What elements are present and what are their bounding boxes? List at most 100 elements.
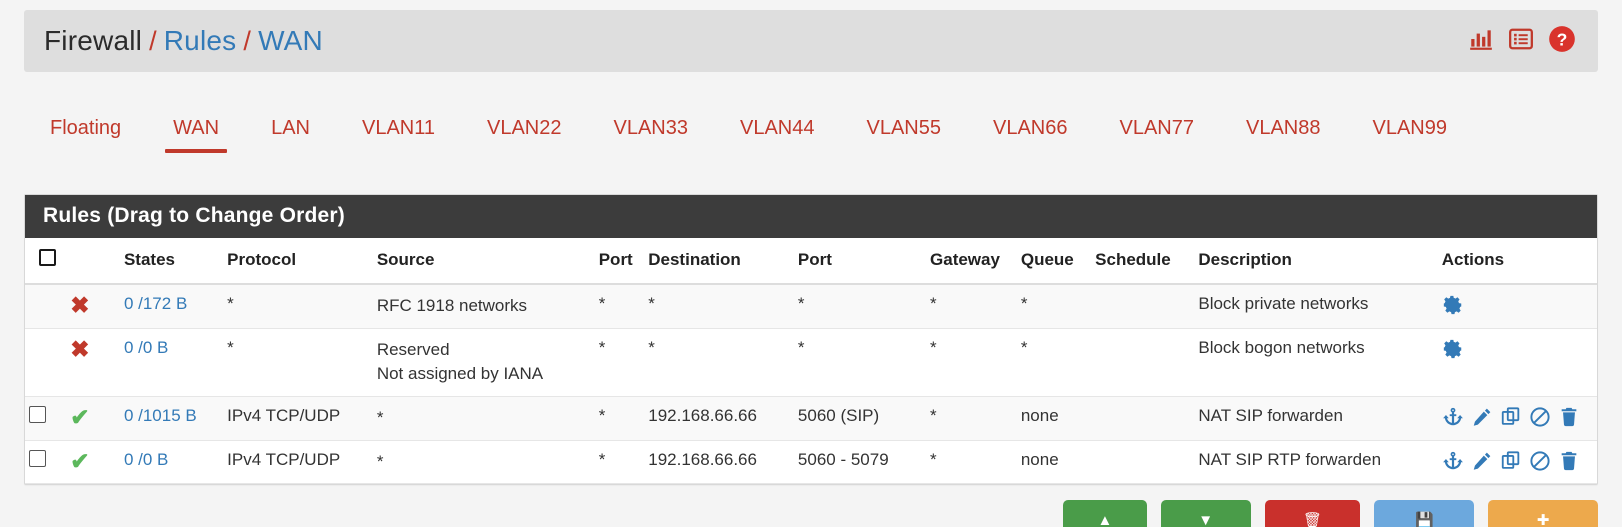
row-checkbox[interactable] [29,449,46,467]
column-description: Description [1194,238,1432,285]
copy-icon[interactable] [1500,450,1522,472]
states-cell: 0 /1015 B [119,396,224,441]
tab-vlan11[interactable]: VLAN11 [336,104,461,156]
source-port-cell: * [594,328,645,397]
tab-vlan33[interactable]: VLAN33 [588,104,715,156]
row-action-group [1442,406,1593,428]
status-glyph: ✔ [70,403,90,430]
tab-vlan22[interactable]: VLAN22 [461,104,588,156]
rules-table: States Protocol Source Port Destination … [25,238,1597,485]
save-button[interactable]: 💾 [1374,500,1475,527]
select-all-checkbox[interactable] [39,249,56,266]
states-counter-link[interactable]: 0 /0 B [124,450,168,469]
column-status [66,238,120,285]
dest-port-cell: * [793,284,927,329]
plus-icon: ✚ [1536,512,1550,527]
copy-icon[interactable] [1500,406,1522,428]
schedule-cell [1091,284,1195,329]
tab-label: LAN [271,117,310,139]
description-cell: NAT SIP forwarden [1194,396,1432,441]
states-counter-link[interactable]: 0 /0 B [124,338,168,357]
anchor-icon[interactable] [1442,450,1464,472]
breadcrumb: Firewall / Rules / WAN [44,25,323,57]
states-counter-link[interactable]: 0 /172 B [124,294,187,313]
trash-icon[interactable] [1558,450,1580,472]
states-counter-link[interactable]: 0 /1015 B [124,406,197,425]
chart-icon[interactable] [1468,26,1494,57]
status-glyph: ✖ [70,292,90,318]
pencil-icon[interactable] [1471,406,1493,428]
breadcrumb-link-rules[interactable]: Rules [164,25,237,57]
source-port-cell: * [594,440,645,485]
tab-label: VLAN88 [1246,117,1321,139]
column-states: States [119,238,224,285]
source-line-1: RFC 1918 networks [376,296,528,315]
status-pass-icon[interactable]: ✔ [66,396,120,441]
separator-button[interactable]: ✚ [1488,500,1598,527]
tab-lan[interactable]: LAN [245,104,336,156]
tab-vlan44[interactable]: VLAN44 [714,104,841,156]
tab-vlan55[interactable]: VLAN55 [841,104,968,156]
ban-icon[interactable] [1529,406,1551,428]
table-row[interactable]: ✔ 0 /1015 B IPv4 TCP/UDP * * 192.168.66.66 506… [25,396,1597,441]
tab-label: VLAN33 [613,117,689,139]
row-select-cell [25,396,67,441]
source-line-1: Reserved [376,339,450,359]
tab-wan[interactable]: WAN [147,104,245,156]
row-checkbox[interactable] [29,405,46,423]
trash-icon[interactable] [1558,406,1580,428]
description-cell: Block bogon networks [1194,328,1432,397]
column-actions: Actions [1431,238,1597,285]
column-queue: Queue [1016,238,1092,285]
gateway-cell: * [926,440,1017,485]
save-icon: 💾 [1414,512,1434,527]
row-select-cell [25,328,67,397]
schedule-cell [1091,396,1195,441]
tab-vlan66[interactable]: VLAN66 [967,104,1094,156]
dest-port-cell: * [793,328,927,397]
gateway-cell: * [926,328,1017,397]
pencil-icon[interactable] [1471,450,1493,472]
arrow-down-icon: ▼ [1198,511,1214,527]
select-all-header [25,238,67,285]
column-gateway: Gateway [926,238,1017,285]
add-up-button[interactable]: ▲ [1063,500,1147,527]
table-row[interactable]: ✔ 0 /0 B IPv4 TCP/UDP * * 192.168.66.66 5060 -… [25,440,1597,485]
actions-cell [1431,396,1597,441]
anchor-icon[interactable] [1442,406,1464,428]
column-protocol: Protocol [223,238,373,285]
ban-icon[interactable] [1529,450,1551,472]
tab-floating[interactable]: Floating [24,104,147,156]
table-row[interactable]: ✖ 0 /0 B * Reserved Not assigned by IANA * * * *… [25,328,1597,397]
breadcrumb-link-wan[interactable]: WAN [258,25,323,57]
tab-vlan88[interactable]: VLAN88 [1220,104,1347,156]
source-line-1: * [376,407,384,427]
tab-vlan99[interactable]: VLAN99 [1347,104,1474,156]
actions-cell [1431,328,1597,397]
gear-icon[interactable] [1442,294,1464,316]
rules-table-body: ✖ 0 /172 B * RFC 1918 networks * * * * * Block pr… [25,284,1597,485]
queue-cell: * [1016,284,1092,329]
status-block-icon[interactable]: ✖ [66,284,120,329]
status-pass-icon[interactable]: ✔ [66,440,120,485]
table-header-row: States Protocol Source Port Destination … [25,238,1597,285]
help-icon[interactable]: ? [1548,25,1576,58]
states-cell: 0 /0 B [119,440,224,485]
table-row[interactable]: ✖ 0 /172 B * RFC 1918 networks * * * * * Block pr… [25,284,1597,329]
list-icon[interactable] [1508,26,1534,57]
source-cell: * [372,396,595,441]
gateway-cell: * [926,284,1017,329]
row-action-group [1442,450,1593,472]
source-port-cell: * [594,284,645,329]
schedule-cell [1091,328,1195,397]
actions-cell [1431,440,1597,485]
status-block-icon[interactable]: ✖ [66,328,120,397]
queue-cell: * [1016,328,1092,397]
gear-icon[interactable] [1442,338,1464,360]
row-action-group [1442,338,1593,360]
add-down-button[interactable]: ▼ [1160,500,1251,527]
delete-button[interactable]: 🗑 [1264,500,1361,527]
tab-vlan77[interactable]: VLAN77 [1094,104,1221,156]
column-source-port: Port [594,238,645,285]
destination-cell: 192.168.66.66 [644,396,794,441]
